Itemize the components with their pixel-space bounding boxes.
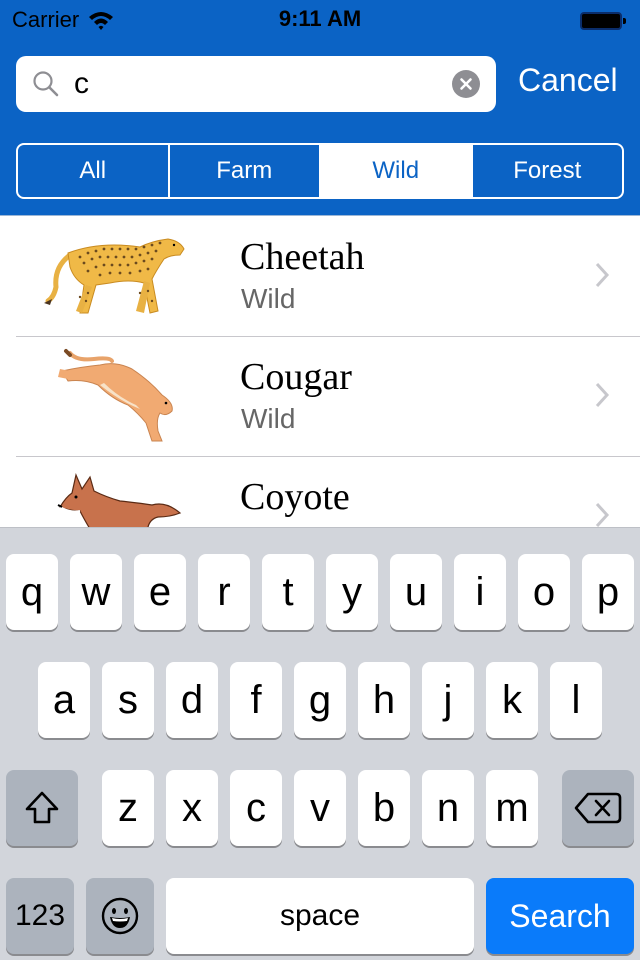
- shift-icon: [25, 791, 59, 824]
- emoji-icon: [101, 897, 139, 935]
- key-y[interactable]: y: [326, 554, 378, 630]
- key-c[interactable]: c: [230, 770, 282, 846]
- numbers-key[interactable]: 123: [6, 878, 74, 954]
- battery-icon: [580, 12, 626, 30]
- key-s[interactable]: s: [102, 662, 154, 738]
- animal-category: Wild: [241, 403, 296, 434]
- animal-category: Wild: [241, 283, 296, 314]
- chevron-right-icon: [595, 502, 610, 527]
- key-z[interactable]: z: [102, 770, 154, 846]
- list-item[interactable]: Coyote Wild: [0, 457, 640, 527]
- segment-forest[interactable]: Forest: [473, 145, 623, 197]
- key-x[interactable]: x: [166, 770, 218, 846]
- key-v[interactable]: v: [294, 770, 346, 846]
- delete-key[interactable]: [562, 770, 634, 846]
- key-r[interactable]: r: [198, 554, 250, 630]
- chevron-right-icon: [595, 262, 610, 288]
- key-m[interactable]: m: [486, 770, 538, 846]
- key-n[interactable]: n: [422, 770, 474, 846]
- search-input[interactable]: [74, 64, 444, 104]
- list-item[interactable]: Cougar Wild: [0, 337, 640, 457]
- keyboard: q w e r t y u i o p a s d f g h j k l z …: [0, 527, 640, 960]
- key-b[interactable]: b: [358, 770, 410, 846]
- key-w[interactable]: w: [70, 554, 122, 630]
- cheetah-image: [44, 238, 185, 314]
- search-icon: [33, 71, 59, 97]
- clear-search-button[interactable]: [452, 70, 480, 98]
- key-u[interactable]: u: [390, 554, 442, 630]
- animal-name: Cheetah: [240, 236, 365, 278]
- results-list: Cheetah Wild Cougar Wild Coyote: [0, 217, 640, 527]
- key-o[interactable]: o: [518, 554, 570, 630]
- key-h[interactable]: h: [358, 662, 410, 738]
- key-q[interactable]: q: [6, 554, 58, 630]
- search-bar: Cancel: [0, 40, 640, 128]
- key-j[interactable]: j: [422, 662, 474, 738]
- key-l[interactable]: l: [550, 662, 602, 738]
- animal-name: Coyote: [240, 476, 350, 518]
- clear-icon: [460, 78, 472, 90]
- shift-key[interactable]: [6, 770, 78, 846]
- emoji-key[interactable]: [86, 878, 154, 954]
- key-e[interactable]: e: [134, 554, 186, 630]
- key-d[interactable]: d: [166, 662, 218, 738]
- segment-wild[interactable]: Wild: [321, 145, 473, 197]
- key-t[interactable]: t: [262, 554, 314, 630]
- search-return-key[interactable]: Search: [486, 878, 634, 954]
- key-p[interactable]: p: [582, 554, 634, 630]
- status-bar: Carrier 9:11 AM: [0, 0, 640, 40]
- animal-name: Cougar: [240, 356, 352, 398]
- key-i[interactable]: i: [454, 554, 506, 630]
- scope-segmented-control: All Farm Wild Forest: [16, 143, 624, 199]
- cougar-image: [58, 349, 173, 442]
- key-f[interactable]: f: [230, 662, 282, 738]
- key-a[interactable]: a: [38, 662, 90, 738]
- space-key[interactable]: space: [166, 878, 474, 954]
- key-k[interactable]: k: [486, 662, 538, 738]
- scope-bar: All Farm Wild Forest: [0, 128, 640, 216]
- coyote-image: [57, 473, 182, 527]
- segment-all[interactable]: All: [18, 145, 170, 197]
- key-g[interactable]: g: [294, 662, 346, 738]
- list-item[interactable]: Cheetah Wild: [0, 217, 640, 337]
- segment-farm[interactable]: Farm: [170, 145, 321, 197]
- chevron-right-icon: [595, 382, 610, 408]
- cancel-button[interactable]: Cancel: [518, 62, 618, 99]
- status-time: 9:11 AM: [278, 6, 362, 31]
- backspace-icon: [574, 792, 622, 824]
- search-field[interactable]: [16, 56, 496, 112]
